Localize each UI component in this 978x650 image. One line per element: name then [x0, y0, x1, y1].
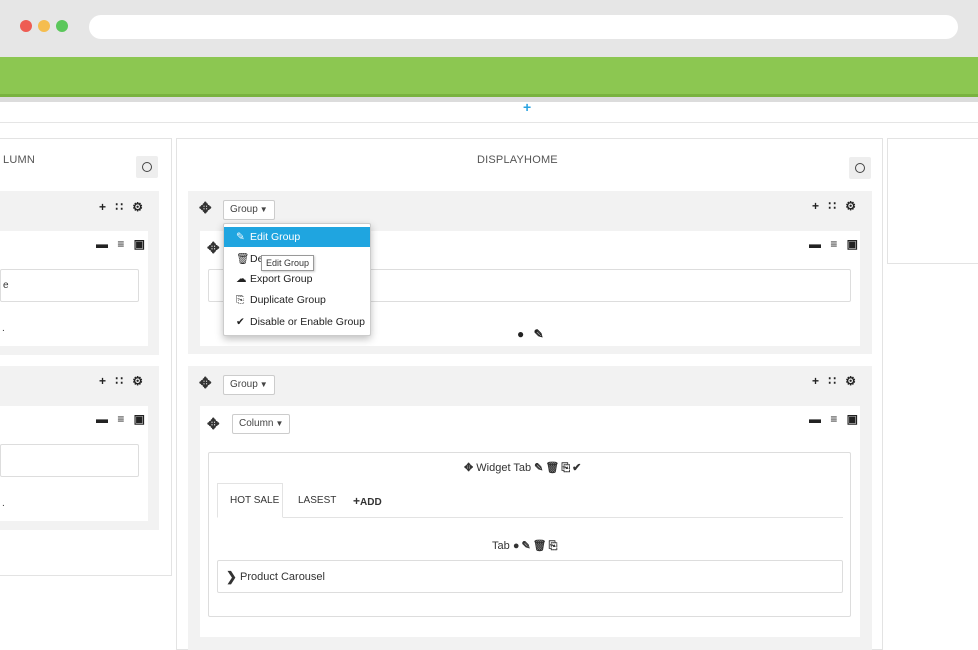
- tab-lasest[interactable]: LASEST: [298, 495, 336, 506]
- address-bar[interactable]: [89, 15, 958, 39]
- menu-item-duplicate-group[interactable]: ⎘ Duplicate Group: [224, 290, 370, 310]
- check-icon: ✔: [236, 316, 245, 328]
- left-widget-box: [0, 444, 139, 477]
- chevron-right-icon[interactable]: ❯: [226, 569, 237, 585]
- edit-icon: ✎: [236, 231, 245, 243]
- admin-header-bar: [0, 57, 978, 97]
- widget-tab-action-icons[interactable]: ✎🗑⎘✔: [534, 462, 583, 474]
- add-hook-icon[interactable]: +: [523, 99, 531, 115]
- menu-item-export-group[interactable]: ☁ Export Group: [224, 269, 370, 289]
- widget-fragment: e: [3, 280, 9, 291]
- cloud-download-icon: ☁: [236, 273, 247, 285]
- left-column-2: ▬ ≡ ▣ .: [0, 406, 148, 521]
- group-dropdown-menu: ✎ Edit Group 🗑De ☁ Export Group ⎘ Duplicate…: [223, 223, 371, 336]
- tab-underline: [217, 517, 843, 518]
- left-widget-box: e: [0, 269, 139, 302]
- copy-icon: ⎘: [236, 294, 245, 306]
- group-action-icons[interactable]: + ∷ ⚙: [99, 200, 146, 214]
- hook-title: LUMN: [3, 154, 35, 166]
- column-dropdown-button[interactable]: Column ▼: [232, 414, 291, 434]
- tab-action-icons[interactable]: ●✎🗑⎘: [513, 540, 560, 552]
- dot-fragment: .: [2, 323, 5, 334]
- drag-handle-icon[interactable]: ✥: [207, 415, 220, 433]
- drag-handle-icon[interactable]: ✥: [199, 374, 212, 392]
- product-carousel-label: Product Carousel: [240, 571, 325, 583]
- product-carousel-row[interactable]: ❯ Product Carousel: [217, 560, 843, 593]
- column-action-icons[interactable]: ▬ ≡ ▣: [809, 412, 861, 426]
- group-action-icons[interactable]: + ∷ ⚙: [812, 199, 859, 213]
- divider: [0, 122, 978, 123]
- drag-handle-icon[interactable]: ✥: [199, 199, 212, 217]
- widget-tab-header: ✥ Widget Tab ✎🗑⎘✔: [464, 461, 583, 475]
- browser-chrome: [0, 0, 978, 57]
- drag-handle-icon[interactable]: ✥: [207, 239, 220, 257]
- minimize-window-dot[interactable]: [38, 20, 50, 32]
- maximize-window-dot[interactable]: [56, 20, 68, 32]
- add-edit-widget-icons[interactable]: ● ✎: [517, 327, 547, 341]
- group-action-icons[interactable]: + ∷ ⚙: [812, 374, 859, 388]
- menu-item-disable-enable-group[interactable]: ✔ Disable or Enable Group: [224, 312, 370, 332]
- group-dropdown-button[interactable]: Group ▼: [223, 200, 275, 220]
- column-action-icons[interactable]: ▬ ≡ ▣: [96, 412, 148, 426]
- drag-handle-icon[interactable]: ✥: [464, 462, 473, 474]
- widget-tab-label: Widget Tab: [476, 462, 532, 474]
- menu-item-edit-group[interactable]: ✎ Edit Group: [224, 227, 370, 247]
- group-dropdown-button[interactable]: Group ▼: [223, 375, 275, 395]
- right-hook-panel: [887, 138, 978, 264]
- hook-settings-button[interactable]: [136, 156, 158, 178]
- group-action-icons[interactable]: + ∷ ⚙: [99, 374, 146, 388]
- widget-tab-box: ✥ Widget Tab ✎🗑⎘✔ HOT SALE LASEST +ADD T…: [208, 452, 851, 617]
- hook-title: DISPLAYHOME: [477, 154, 558, 166]
- tab-label: Tab: [492, 540, 510, 552]
- close-window-dot[interactable]: [20, 20, 32, 32]
- hook-settings-button[interactable]: [849, 157, 871, 179]
- dot-fragment: .: [2, 498, 5, 509]
- column-action-icons[interactable]: ▬ ≡ ▣: [809, 237, 861, 251]
- tooltip: Edit Group: [261, 255, 315, 271]
- tab-toolbar: Tab ●✎🗑⎘: [492, 539, 559, 553]
- tab-hot-sale[interactable]: HOT SALE: [217, 483, 283, 518]
- sub-header-bar: [0, 97, 978, 102]
- add-tab-button[interactable]: +ADD: [353, 494, 382, 508]
- left-column-1: ▬ ≡ ▣ e .: [0, 231, 148, 346]
- column-action-icons[interactable]: ▬ ≡ ▣: [96, 237, 148, 251]
- trash-icon: 🗑: [236, 253, 250, 265]
